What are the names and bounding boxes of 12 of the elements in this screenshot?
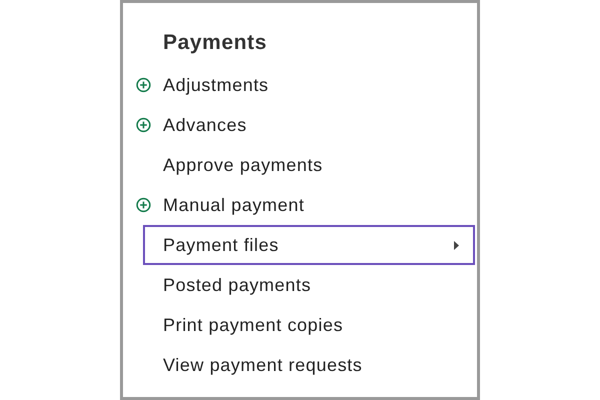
menu-item[interactable]: Print payment copies <box>151 305 475 345</box>
menu-item[interactable]: Payment files <box>143 225 475 265</box>
menu-item[interactable]: Adjustments <box>151 65 475 105</box>
menu-title: Payments <box>162 30 268 55</box>
plus-circle-icon[interactable] <box>136 117 151 133</box>
menu-item[interactable]: Advances <box>151 105 475 145</box>
menu-item[interactable]: Posted payments <box>151 265 475 305</box>
plus-circle-icon[interactable] <box>136 197 151 213</box>
menu-item[interactable]: Manual payment <box>151 185 475 225</box>
plus-circle-icon[interactable] <box>136 77 151 93</box>
menu-item[interactable]: View payment requests <box>151 345 475 385</box>
menu-item[interactable]: Approve payments <box>151 145 475 185</box>
